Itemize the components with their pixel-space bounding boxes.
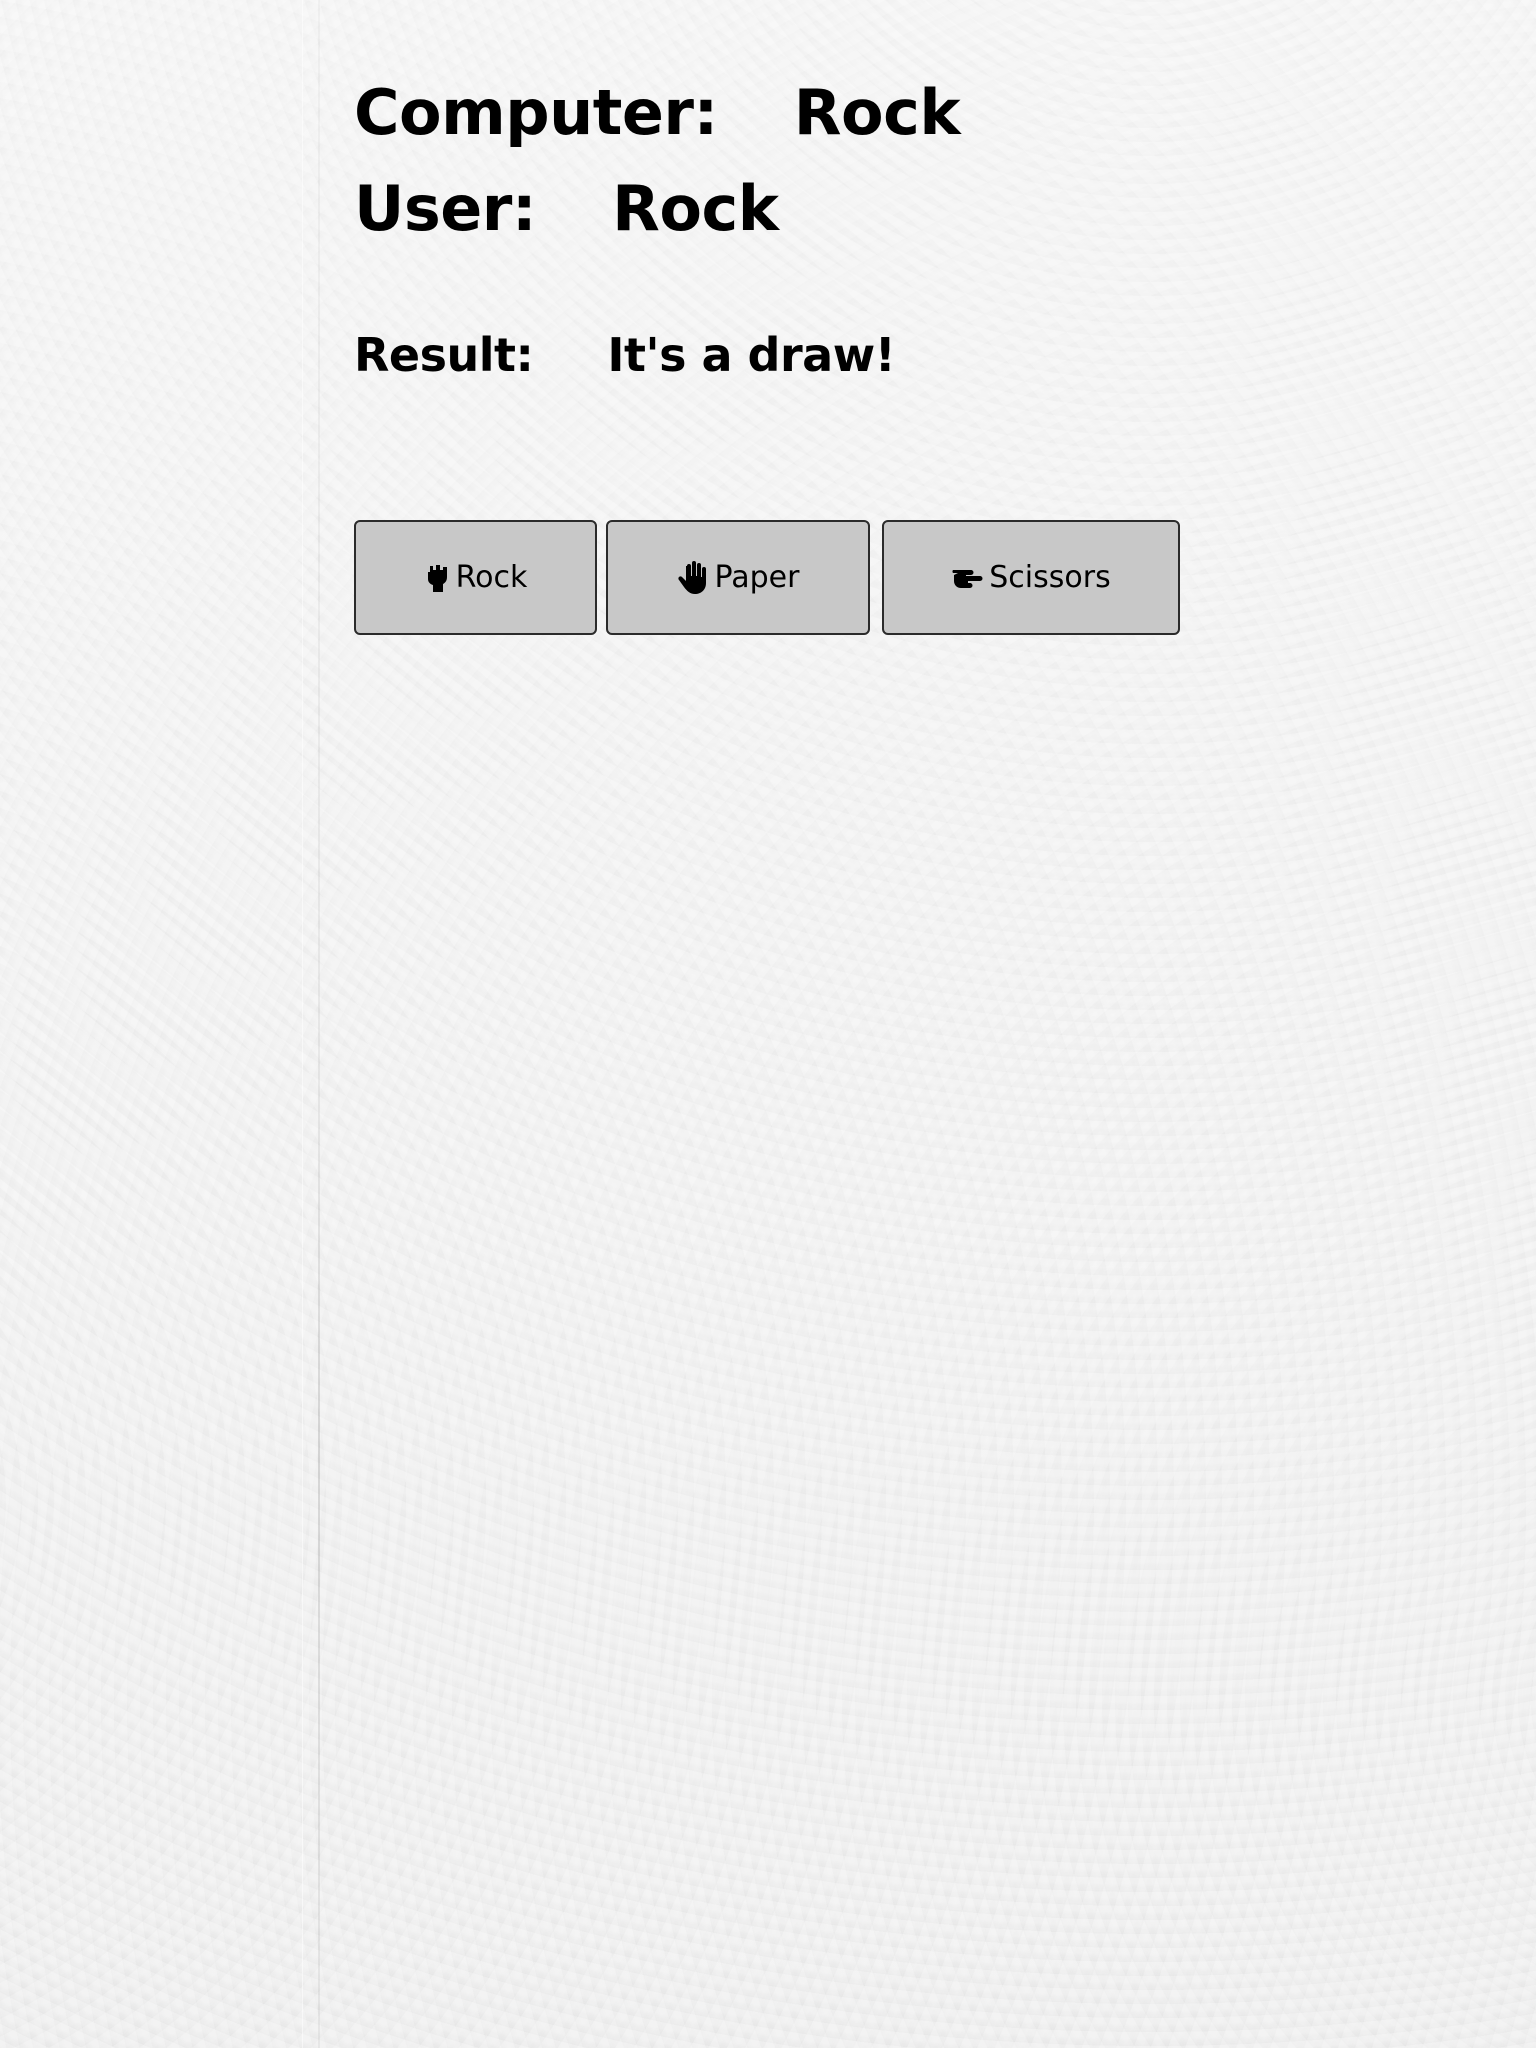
rock-button-label: Rock xyxy=(455,560,528,595)
paper-button-label: Paper xyxy=(714,560,800,595)
user-choice-row: User: Rock xyxy=(354,178,779,240)
rock-button[interactable]: Rock xyxy=(354,520,597,635)
user-label: User: xyxy=(354,172,537,245)
result-value: It's a draw! xyxy=(607,328,896,382)
open-hand-icon xyxy=(677,560,709,595)
wall-seam-highlight xyxy=(302,0,303,2048)
scissors-button[interactable]: Scissors xyxy=(882,520,1180,635)
fist-icon xyxy=(424,562,450,594)
computer-choice-value: Rock xyxy=(793,76,961,149)
computer-choice-row: Computer: Rock xyxy=(354,76,961,149)
computer-label: Computer: xyxy=(354,76,718,149)
paper-button[interactable]: Paper xyxy=(606,520,870,635)
scissors-button-label: Scissors xyxy=(989,560,1111,595)
user-choice-value: Rock xyxy=(612,172,779,245)
result-label: Result: xyxy=(354,328,534,382)
result-row: Result: It's a draw! xyxy=(354,328,896,382)
wall-seam xyxy=(318,0,320,2048)
scissors-hand-icon xyxy=(951,564,983,592)
